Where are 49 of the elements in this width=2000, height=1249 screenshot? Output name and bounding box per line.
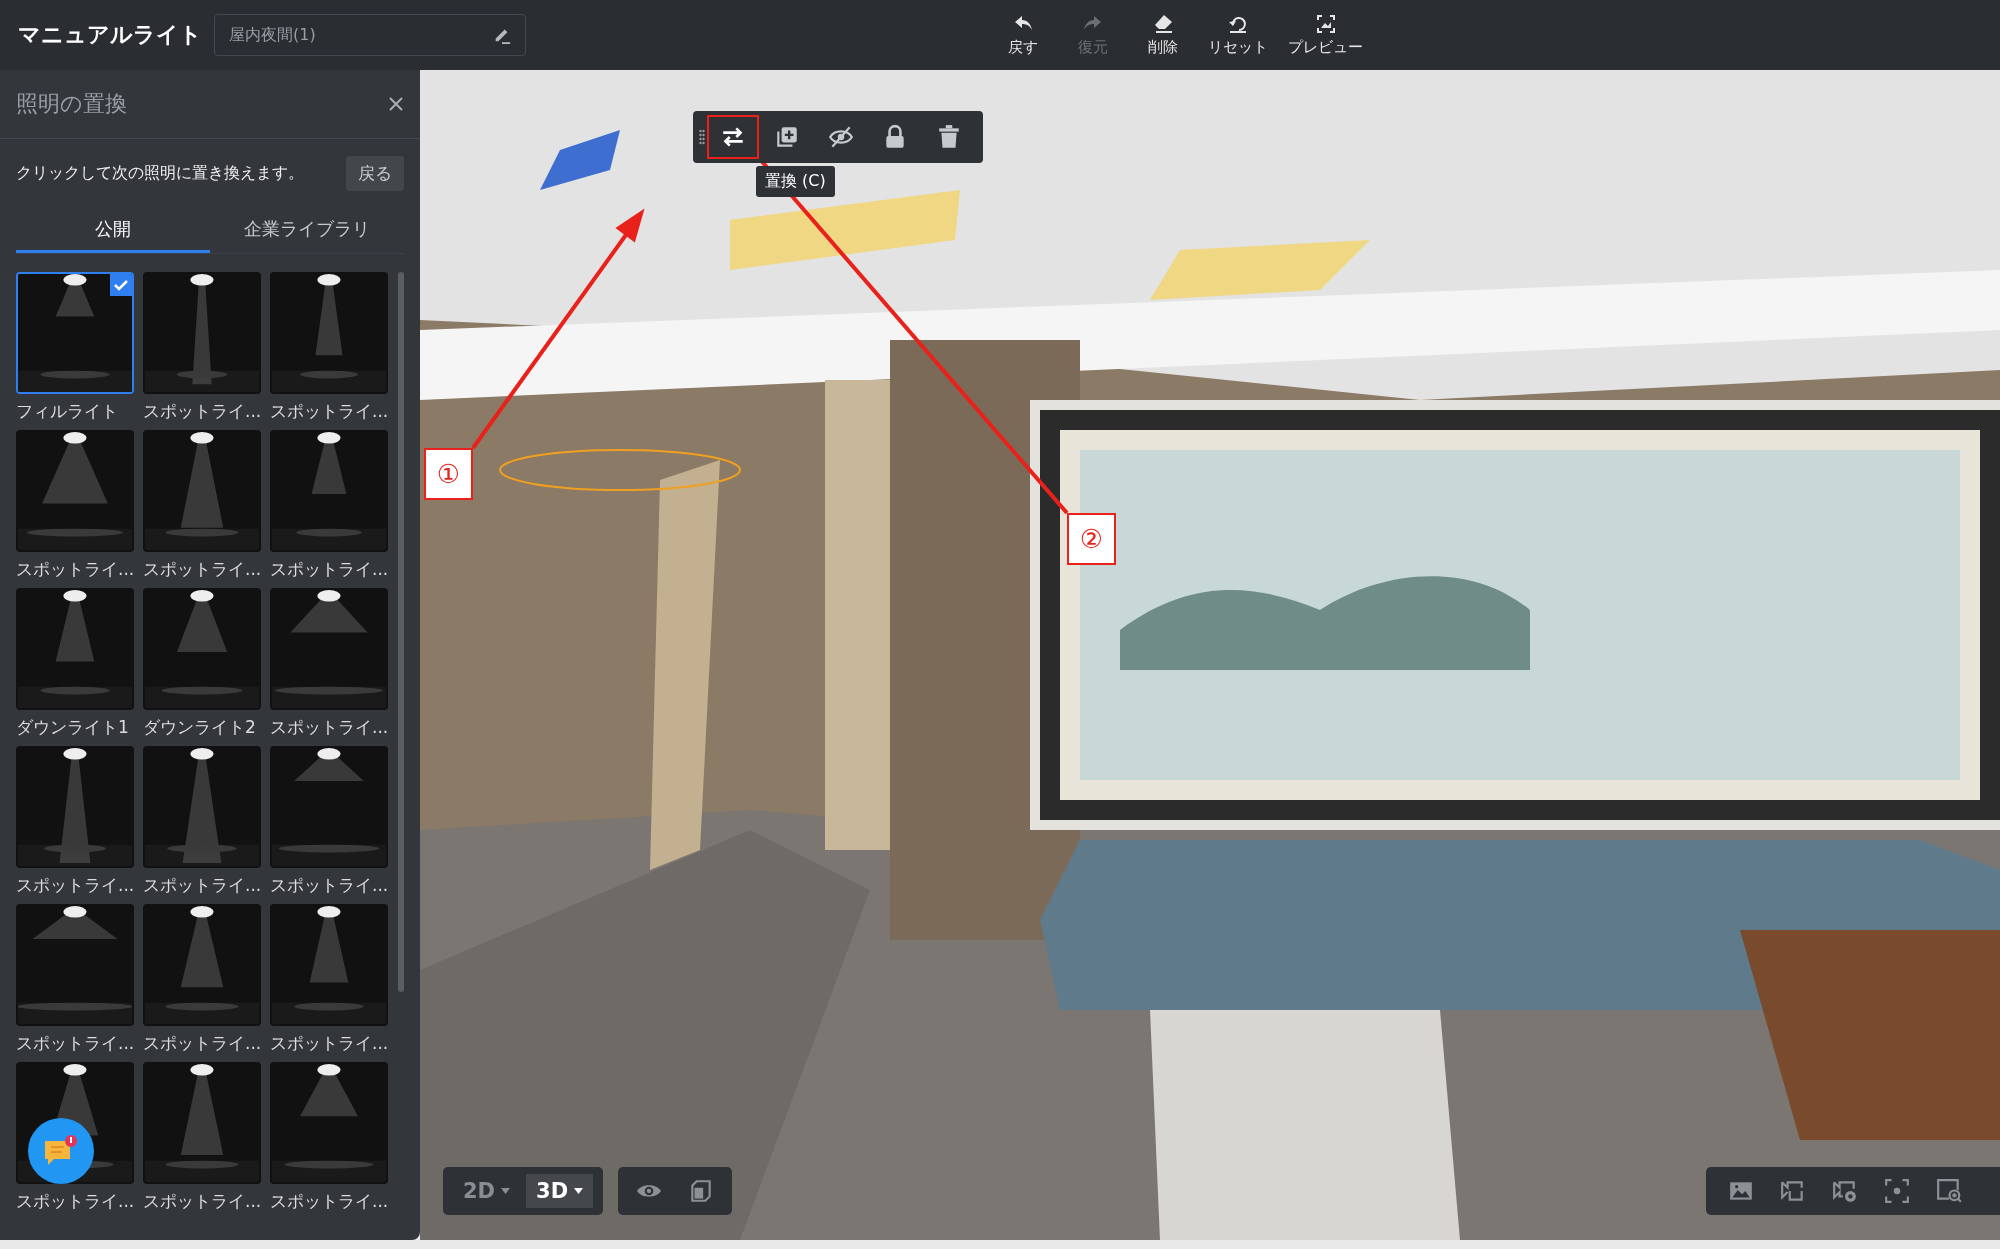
preview-frame-icon <box>1314 13 1337 35</box>
light-name: スポットライ... <box>270 400 389 423</box>
light-name: スポットライ... <box>270 716 389 739</box>
drag-handle-icon[interactable] <box>699 129 705 145</box>
eye-slash-icon <box>828 124 854 150</box>
light-name: スポットライ... <box>143 874 262 897</box>
camera-frame-icon[interactable] <box>1780 1178 1806 1204</box>
trash-icon <box>936 124 962 150</box>
light-name: スポットライ... <box>143 1032 262 1055</box>
library-tab[interactable]: 企業ライブラリ <box>210 207 404 253</box>
callout-label: ② <box>1067 513 1116 565</box>
light-name: スポットライ... <box>143 1190 262 1213</box>
erase-button[interactable]: 削除 <box>1138 13 1188 57</box>
light-name: ダウンライト2 <box>143 716 256 739</box>
light-name: スポットライ... <box>16 1190 135 1213</box>
panel-title: 照明の置換 <box>16 90 127 118</box>
zoom-icon[interactable] <box>1936 1178 1962 1204</box>
cube-icon[interactable] <box>688 1178 714 1204</box>
light-name: スポットライ... <box>143 558 262 581</box>
back-button[interactable]: 戻る <box>346 155 404 191</box>
light-name: スポットライ... <box>16 874 135 897</box>
scene-name-field[interactable]: 屋内夜間(1) <box>214 14 526 56</box>
light-name: ダウンライト1 <box>16 716 129 739</box>
library-tab[interactable]: 公開 <box>16 207 210 253</box>
light-name: スポットライ... <box>16 558 135 581</box>
camera-settings-icon[interactable] <box>1832 1178 1858 1204</box>
copy-icon <box>774 124 800 150</box>
light-name: スポットライ... <box>270 874 389 897</box>
light-name: スポットライ... <box>270 1190 389 1213</box>
tooltip: 置換 (C) <box>756 166 835 197</box>
light-name: スポットライ... <box>270 1032 389 1055</box>
replace-button[interactable] <box>707 115 759 159</box>
focus-icon[interactable] <box>1884 1178 1910 1204</box>
preview-button[interactable]: プレビュー <box>1288 13 1363 57</box>
light-name: スポットライ... <box>270 558 389 581</box>
eraser-icon <box>1152 13 1174 35</box>
scrollbar[interactable] <box>398 272 404 992</box>
app-title: マニュアルライト <box>18 21 202 49</box>
view-mode-dropdown[interactable]: 3D <box>526 1174 594 1208</box>
light-name: フィルライト <box>16 400 118 423</box>
view-mode-dropdown[interactable]: 2D <box>453 1174 521 1208</box>
caret-icon <box>501 1188 511 1194</box>
callout-label: ① <box>424 448 473 500</box>
instruction-text: クリックして次の照明に置き換えます。 <box>16 162 304 184</box>
reset-button[interactable]: リセット <box>1208 13 1268 57</box>
undo-button[interactable]: 戻す <box>998 13 1048 57</box>
light-name: スポットライ... <box>16 1032 135 1055</box>
caret-icon <box>574 1188 584 1194</box>
light-name: スポットライ... <box>143 400 262 423</box>
